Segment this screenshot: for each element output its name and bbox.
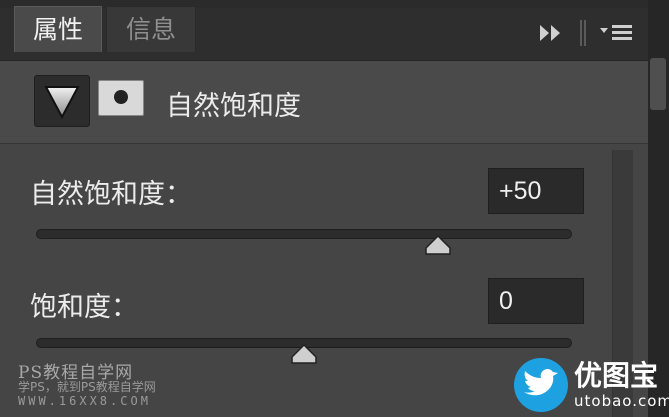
tab-properties[interactable]: 属性 <box>14 6 102 52</box>
saturation-slider-thumb[interactable] <box>290 343 318 365</box>
watermark-right: 优图宝 utobao.com <box>512 352 669 414</box>
dock-scroll-handle[interactable] <box>650 58 666 110</box>
watermark-url: WWW.16XX8.COM <box>18 394 151 408</box>
panel-menu-icon[interactable] <box>598 22 634 44</box>
vibrance-label: 自然饱和度： <box>30 179 192 210</box>
adjustment-layer-button[interactable] <box>34 75 90 127</box>
triangle-down-icon <box>44 86 80 120</box>
saturation-value-field[interactable]: 0 <box>488 278 584 324</box>
vibrance-slider-thumb[interactable] <box>424 234 452 256</box>
vibrance-slider-track[interactable] <box>36 229 572 239</box>
collapse-panel-icon[interactable] <box>538 22 564 44</box>
tab-bar-separator <box>580 20 586 46</box>
vibrance-value-field[interactable]: +50 <box>488 168 584 214</box>
bird-logo-icon <box>514 358 568 412</box>
panel-title: 自然饱和度 <box>166 91 301 122</box>
watermark-domain: utobao.com <box>574 392 669 410</box>
watermark-brand: 优图宝 <box>574 359 659 392</box>
watermark-slogan: 学PS，就到PS教程自学网 <box>18 380 156 394</box>
saturation-label: 饱和度： <box>30 292 138 323</box>
layer-mask-icon[interactable] <box>98 80 144 116</box>
tab-info[interactable]: 信息 <box>106 6 196 52</box>
